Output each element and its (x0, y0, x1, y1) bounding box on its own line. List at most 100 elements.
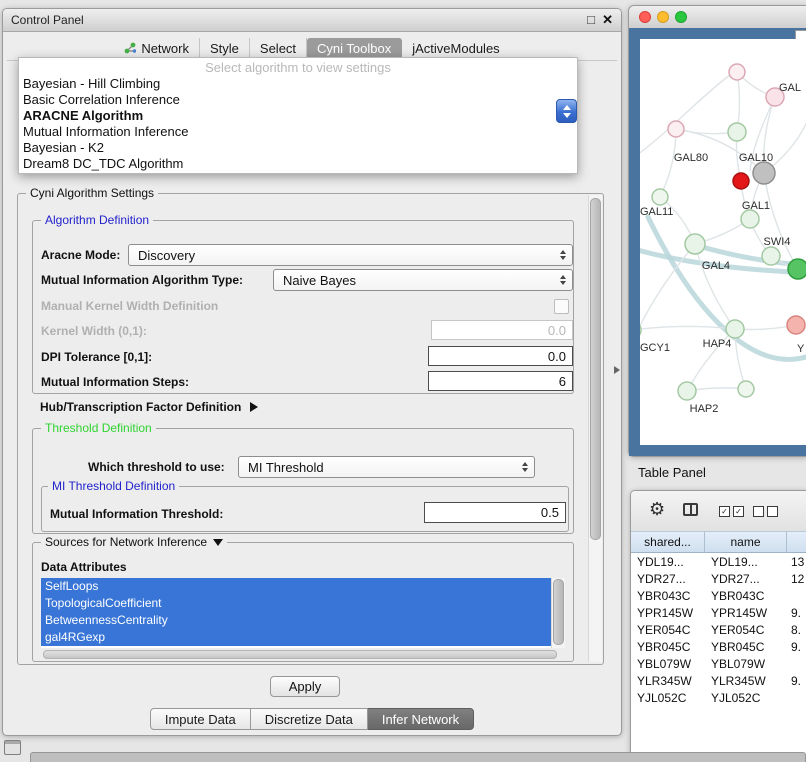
apply-button[interactable]: Apply (270, 676, 340, 697)
attributes-scrollbar[interactable] (551, 578, 565, 648)
network-node[interactable] (753, 162, 775, 184)
algorithm-option[interactable]: Bayesian - K2 (19, 140, 577, 156)
tab-jactivemodules[interactable]: jActiveModules (402, 38, 509, 59)
deselect-all-icon[interactable] (753, 506, 778, 517)
network-titlebar[interactable] (629, 6, 806, 29)
table-row[interactable]: YDL19...YDL19...13 (631, 553, 806, 570)
network-canvas[interactable]: GAL80GAL10GALGAL11GAL1SWI4GAL4GCY1HAP4HA… (640, 39, 806, 445)
bottom-window-edge[interactable] (30, 752, 806, 762)
mi-threshold-value: 0.5 (541, 505, 559, 520)
aracne-mode-select[interactable]: Discovery (128, 244, 573, 266)
table-row[interactable]: YBL079WYBL079W (631, 655, 806, 672)
table-toolbar: ⚙ ✓ ✓ (631, 491, 806, 532)
table-row[interactable]: YBR045CYBR045C9. (631, 638, 806, 655)
algorithm-option[interactable]: Dream8 DC_TDC Algorithm (19, 156, 577, 172)
column-header-extra[interactable] (787, 531, 806, 553)
network-node[interactable] (652, 189, 668, 205)
algorithm-option[interactable]: ARACNE Algorithm (19, 108, 577, 124)
gear-icon[interactable]: ⚙ (649, 499, 665, 520)
tab-style[interactable]: Style (200, 38, 250, 59)
settings-scrollbar-thumb[interactable] (590, 198, 601, 540)
sources-group-title[interactable]: Sources for Network Inference (41, 535, 227, 549)
tab-select[interactable]: Select (250, 38, 307, 59)
combo-stepper-button[interactable] (556, 99, 577, 123)
sources-group: Sources for Network Inference Data Attri… (32, 542, 574, 662)
bottom-tab-impute-data[interactable]: Impute Data (150, 708, 251, 730)
combo-arrows-icon (560, 250, 572, 260)
column-header-name[interactable]: name (705, 531, 787, 553)
network-node[interactable] (787, 316, 805, 334)
attributes-scrollbar-thumb[interactable] (553, 579, 564, 645)
minimize-traffic-light-icon[interactable] (657, 11, 669, 23)
kernel-width-field[interactable]: 0.0 (431, 320, 573, 340)
attribute-item[interactable]: SelfLoops (41, 578, 552, 595)
select-all-icon[interactable]: ✓ ✓ (719, 506, 744, 517)
combo-arrows-icon (560, 275, 572, 285)
which-threshold-select[interactable]: MI Threshold (238, 456, 535, 478)
mi-threshold-field[interactable]: 0.5 (424, 502, 566, 523)
attribute-item[interactable]: BetweennessCentrality (41, 612, 552, 629)
cyni-settings-group: Cyni Algorithm Settings Algorithm Defini… (17, 193, 604, 665)
table-cell: YJL052C (631, 691, 705, 705)
table-row[interactable]: YJL052CYJL052C (631, 689, 806, 706)
mi-type-select[interactable]: Naive Bayes (273, 269, 573, 291)
window-title: Control Panel (11, 9, 84, 31)
network-node[interactable] (668, 121, 684, 137)
splitter-handle[interactable] (614, 366, 620, 374)
table-row[interactable]: YPR145WYPR145W9. (631, 604, 806, 621)
mi-steps-field[interactable]: 6 (428, 371, 573, 391)
network-node[interactable] (685, 234, 705, 254)
network-node[interactable] (738, 381, 754, 397)
close-traffic-light-icon[interactable] (639, 11, 651, 23)
hub-definition-section[interactable]: Hub/Transcription Factor Definition (40, 400, 258, 414)
collapsed-panel-icon[interactable] (4, 740, 21, 755)
table-cell: YDL19... (705, 555, 787, 569)
float-window-icon[interactable]: □ (587, 9, 595, 31)
table-row[interactable]: YDR27...YDR27...12 (631, 570, 806, 587)
expand-right-icon[interactable] (250, 402, 258, 412)
network-node[interactable] (726, 320, 744, 338)
table-cell: YLR345W (705, 674, 787, 688)
algorithm-option[interactable]: Basic Correlation Inference (19, 92, 577, 108)
table-row[interactable]: YER054CYER054C8. (631, 621, 806, 638)
tab-cyni-toolbox[interactable]: Cyni Toolbox (307, 38, 402, 59)
zoom-traffic-light-icon[interactable] (675, 11, 687, 23)
network-node[interactable] (788, 259, 806, 279)
algorithm-option[interactable]: Mutual Information Inference (19, 124, 577, 140)
attributes-hscrollbar[interactable] (41, 650, 565, 659)
control-panel-titlebar[interactable]: Control Panel □ ✕ (3, 9, 621, 32)
tab-label: Select (260, 41, 296, 56)
attribute-item[interactable]: TopologicalCoefficient (41, 595, 552, 612)
tab-network[interactable]: Network (114, 38, 200, 59)
kernel-width-label: Kernel Width (0,1): (41, 324, 147, 338)
attributes-hscrollbar-thumb[interactable] (43, 650, 557, 659)
collapse-down-icon[interactable] (213, 539, 223, 546)
manual-kernel-checkbox[interactable] (554, 299, 569, 314)
node-label: HAP4 (703, 338, 732, 350)
aracne-mode-value: Discovery (138, 248, 195, 263)
network-node[interactable] (733, 173, 749, 189)
bottom-tab-infer-network[interactable]: Infer Network (368, 708, 474, 730)
table-row[interactable]: YLR345WYLR345W9. (631, 672, 806, 689)
bottom-tab-discretize-data[interactable]: Discretize Data (251, 708, 368, 730)
network-node[interactable] (762, 247, 780, 265)
network-node[interactable] (728, 123, 746, 141)
network-node[interactable] (741, 210, 759, 228)
dpi-tolerance-field[interactable]: 0.0 (428, 346, 573, 366)
algorithm-option[interactable]: Bayesian - Hill Climbing (19, 76, 577, 92)
network-node[interactable] (678, 382, 696, 400)
column-header-shared-name[interactable]: shared... (631, 531, 705, 553)
mi-threshold-group: MI Threshold Definition Mutual Informati… (41, 486, 569, 532)
table-row[interactable]: YBR043CYBR043C (631, 587, 806, 604)
node-label: SWI4 (764, 236, 791, 248)
columns-icon[interactable] (683, 503, 698, 516)
network-node[interactable] (729, 64, 745, 80)
attribute-item[interactable]: gal4RGexp (41, 629, 552, 646)
network-edge (640, 326, 735, 330)
algorithm-definition-group: Algorithm Definition Aracne Mode: Discov… (32, 220, 574, 394)
tab-label: Style (210, 41, 239, 56)
data-attributes-list[interactable]: SelfLoopsTopologicalCoefficientBetweenne… (41, 578, 565, 648)
close-window-icon[interactable]: ✕ (602, 9, 613, 31)
settings-scrollbar[interactable] (588, 195, 602, 662)
network-view-window: GAL80GAL10GALGAL11GAL1SWI4GAL4GCY1HAP4HA… (628, 5, 806, 457)
